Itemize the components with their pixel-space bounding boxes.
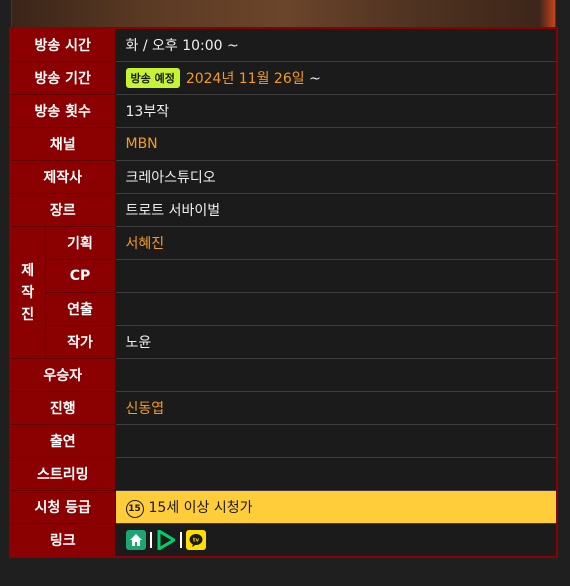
row-cp: CP xyxy=(10,259,558,293)
host-link[interactable]: 신동엽 xyxy=(126,401,165,417)
value-rating-cell: 15 15세 이상 시청가 xyxy=(114,490,558,524)
kakaotv-icon[interactable]: tv xyxy=(185,530,206,550)
value-host-cell: 신동엽 xyxy=(114,391,558,425)
value-episodes: 13부작 xyxy=(114,94,558,128)
row-genre: 장르 트로트 서바이벌 xyxy=(9,193,558,227)
channel-link[interactable]: MBN xyxy=(126,136,158,152)
row-channel: 채널 MBN xyxy=(9,127,558,161)
value-winner xyxy=(114,358,558,392)
age-rating-icon: 15 xyxy=(125,499,144,518)
label-host: 진행 xyxy=(9,391,116,425)
home-icon[interactable] xyxy=(125,530,146,550)
row-director: 연출 xyxy=(10,292,558,326)
label-genre: 장르 xyxy=(9,193,116,227)
label-episodes: 방송 횟수 xyxy=(9,94,116,128)
row-streaming: 스트리밍 xyxy=(9,457,558,491)
label-studio: 제작사 xyxy=(9,160,116,194)
row-winner: 우승자 xyxy=(9,358,558,392)
value-channel-cell: MBN xyxy=(114,127,558,161)
value-links-cell: tv xyxy=(114,523,558,558)
link-separator xyxy=(179,532,182,548)
label-cp: CP xyxy=(44,259,116,293)
air-date-link[interactable]: 2024년 11월 26일 xyxy=(186,71,305,87)
label-rating: 시청 등급 xyxy=(9,490,116,524)
label-winner: 우승자 xyxy=(9,358,116,392)
staff-char-1: 제 xyxy=(21,262,35,279)
row-rating: 시청 등급 15 15세 이상 시청가 xyxy=(9,490,558,524)
value-cp xyxy=(114,259,558,293)
label-cast: 출연 xyxy=(9,424,116,458)
label-writer: 작가 xyxy=(44,325,116,359)
link-separator xyxy=(149,532,152,548)
staff-char-3: 진 xyxy=(21,306,35,323)
value-cast xyxy=(114,424,558,458)
label-air-time: 방송 시간 xyxy=(9,27,116,62)
value-studio: 크레아스튜디오 xyxy=(114,160,558,194)
label-director: 연출 xyxy=(44,292,116,326)
row-studio: 제작사 크레아스튜디오 xyxy=(9,160,558,194)
row-links: 링크 tv xyxy=(9,523,558,558)
status-badge: 방송 예정 xyxy=(125,68,180,88)
row-writer: 작가 노윤 xyxy=(10,325,558,359)
value-air-time: 화 / 오후 10:00 ~ xyxy=(114,27,558,62)
svg-text:tv: tv xyxy=(192,538,199,544)
row-air-period: 방송 기간 방송 예정 2024년 11월 26일 ~ xyxy=(9,61,558,95)
row-episodes: 방송 횟수 13부작 xyxy=(9,94,558,128)
label-streaming: 스트리밍 xyxy=(9,457,116,491)
air-period-suffix: ~ xyxy=(304,71,321,87)
value-planning-cell: 서혜진 xyxy=(114,226,558,260)
label-channel: 채널 xyxy=(9,127,116,161)
program-info: 방송 시간 화 / 오후 10:00 ~ 방송 기간 방송 예정 2024년 11… xyxy=(9,0,558,558)
value-writer: 노윤 xyxy=(114,325,558,359)
label-links: 링크 xyxy=(9,523,116,558)
row-host: 진행 신동엽 xyxy=(9,391,558,425)
staff-char-2: 작 xyxy=(21,284,35,301)
value-director xyxy=(114,292,558,326)
value-genre: 트로트 서바이벌 xyxy=(114,193,558,227)
row-air-time: 방송 시간 화 / 오후 10:00 ~ xyxy=(9,27,558,62)
value-air-period-cell: 방송 예정 2024년 11월 26일 ~ xyxy=(114,61,558,95)
row-planning: 제작진 기획 서혜진 xyxy=(9,226,558,359)
program-info-table: 방송 시간 화 / 오후 10:00 ~ 방송 기간 방송 예정 2024년 11… xyxy=(9,27,558,558)
label-staff-group: 제작진 xyxy=(9,226,46,359)
poster-banner-image xyxy=(11,0,556,27)
row-cast: 출연 xyxy=(9,424,558,458)
label-planning: 기획 xyxy=(44,226,116,260)
play-icon[interactable] xyxy=(156,530,176,550)
value-streaming xyxy=(114,457,558,491)
planning-link[interactable]: 서혜진 xyxy=(126,236,165,252)
label-air-period: 방송 기간 xyxy=(9,61,116,95)
rating-text: 15세 이상 시청가 xyxy=(148,499,253,516)
